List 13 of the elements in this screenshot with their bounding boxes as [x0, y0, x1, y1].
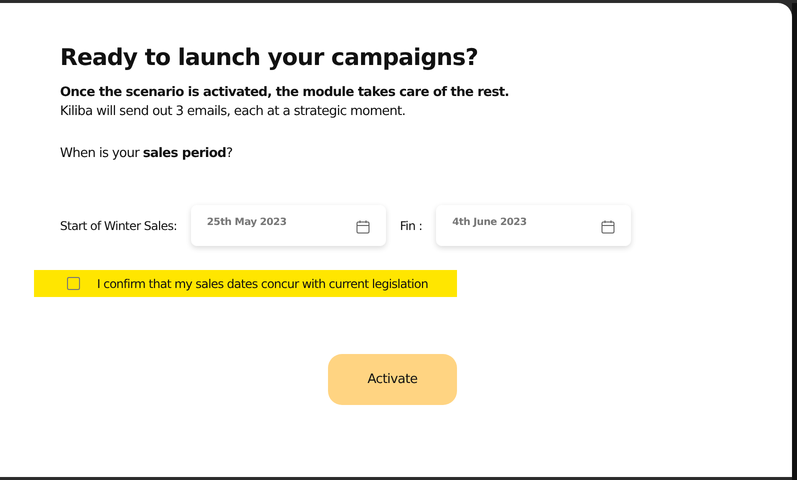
- date-field[interactable]: 25th May 2023: [190, 205, 386, 246]
- calendar-icon[interactable]: [356, 220, 370, 234]
- question-text: When is your sales period?: [60, 146, 234, 161]
- activate-button[interactable]: Activate: [328, 354, 457, 405]
- date-label: Start of Winter Sales:: [60, 218, 177, 232]
- checkbox[interactable]: [67, 277, 80, 290]
- intro-text: Once the scenario is activated, the module takes care of the rest.: [60, 85, 510, 100]
- intro-text: Kiliba will send out 3 emails, each at a strategic moment.: [60, 104, 406, 119]
- confirmation-label: I confirm that my sales dates concur with current legislation: [97, 276, 428, 290]
- date-label: Fin :: [400, 218, 422, 232]
- dialog-title: Ready to launch your campaigns?: [60, 45, 480, 71]
- date-field[interactable]: 4th June 2023: [436, 205, 632, 246]
- calendar-icon[interactable]: [601, 220, 616, 234]
